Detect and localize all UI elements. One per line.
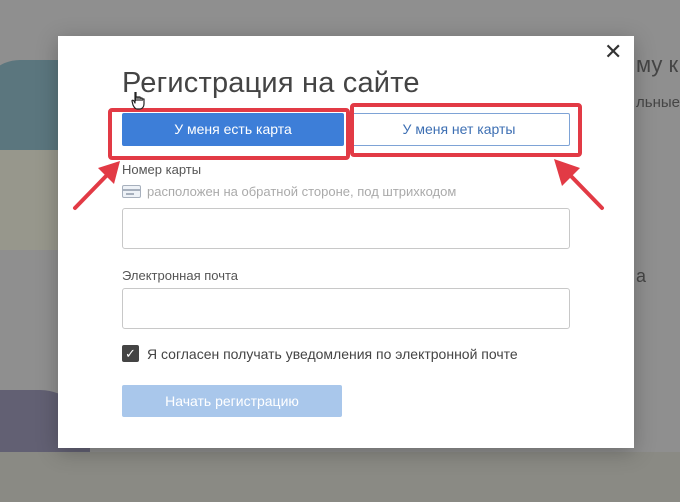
- hand-cursor-icon: [131, 92, 145, 110]
- card-number-hint-text: расположен на обратной стороне, под штри…: [147, 184, 457, 199]
- card-number-hint: расположен на обратной стороне, под штри…: [122, 184, 456, 199]
- email-field[interactable]: [122, 288, 570, 329]
- consent-row[interactable]: ✓ Я согласен получать уведомления по эле…: [122, 345, 518, 362]
- card-number-field[interactable]: [122, 208, 570, 249]
- annotation-arrow: [554, 159, 604, 210]
- background-text: льные: [636, 94, 680, 111]
- card-number-label: Номер карты: [122, 162, 202, 177]
- start-registration-button[interactable]: Начать регистрацию: [122, 385, 342, 417]
- background-strip: [0, 452, 680, 502]
- background-heading: му к: [636, 52, 679, 77]
- background-text: а: [636, 266, 647, 286]
- annotation-highlight: [108, 108, 350, 160]
- credit-card-icon: [122, 185, 141, 198]
- modal-title: Регистрация на сайте: [122, 67, 420, 99]
- annotation-arrow: [73, 161, 120, 210]
- consent-checkbox[interactable]: ✓: [122, 345, 139, 362]
- annotation-highlight: [350, 103, 582, 157]
- consent-label: Я согласен получать уведомления по элект…: [147, 345, 518, 362]
- close-icon[interactable]: ✕: [604, 41, 622, 63]
- email-label: Электронная почта: [122, 268, 239, 283]
